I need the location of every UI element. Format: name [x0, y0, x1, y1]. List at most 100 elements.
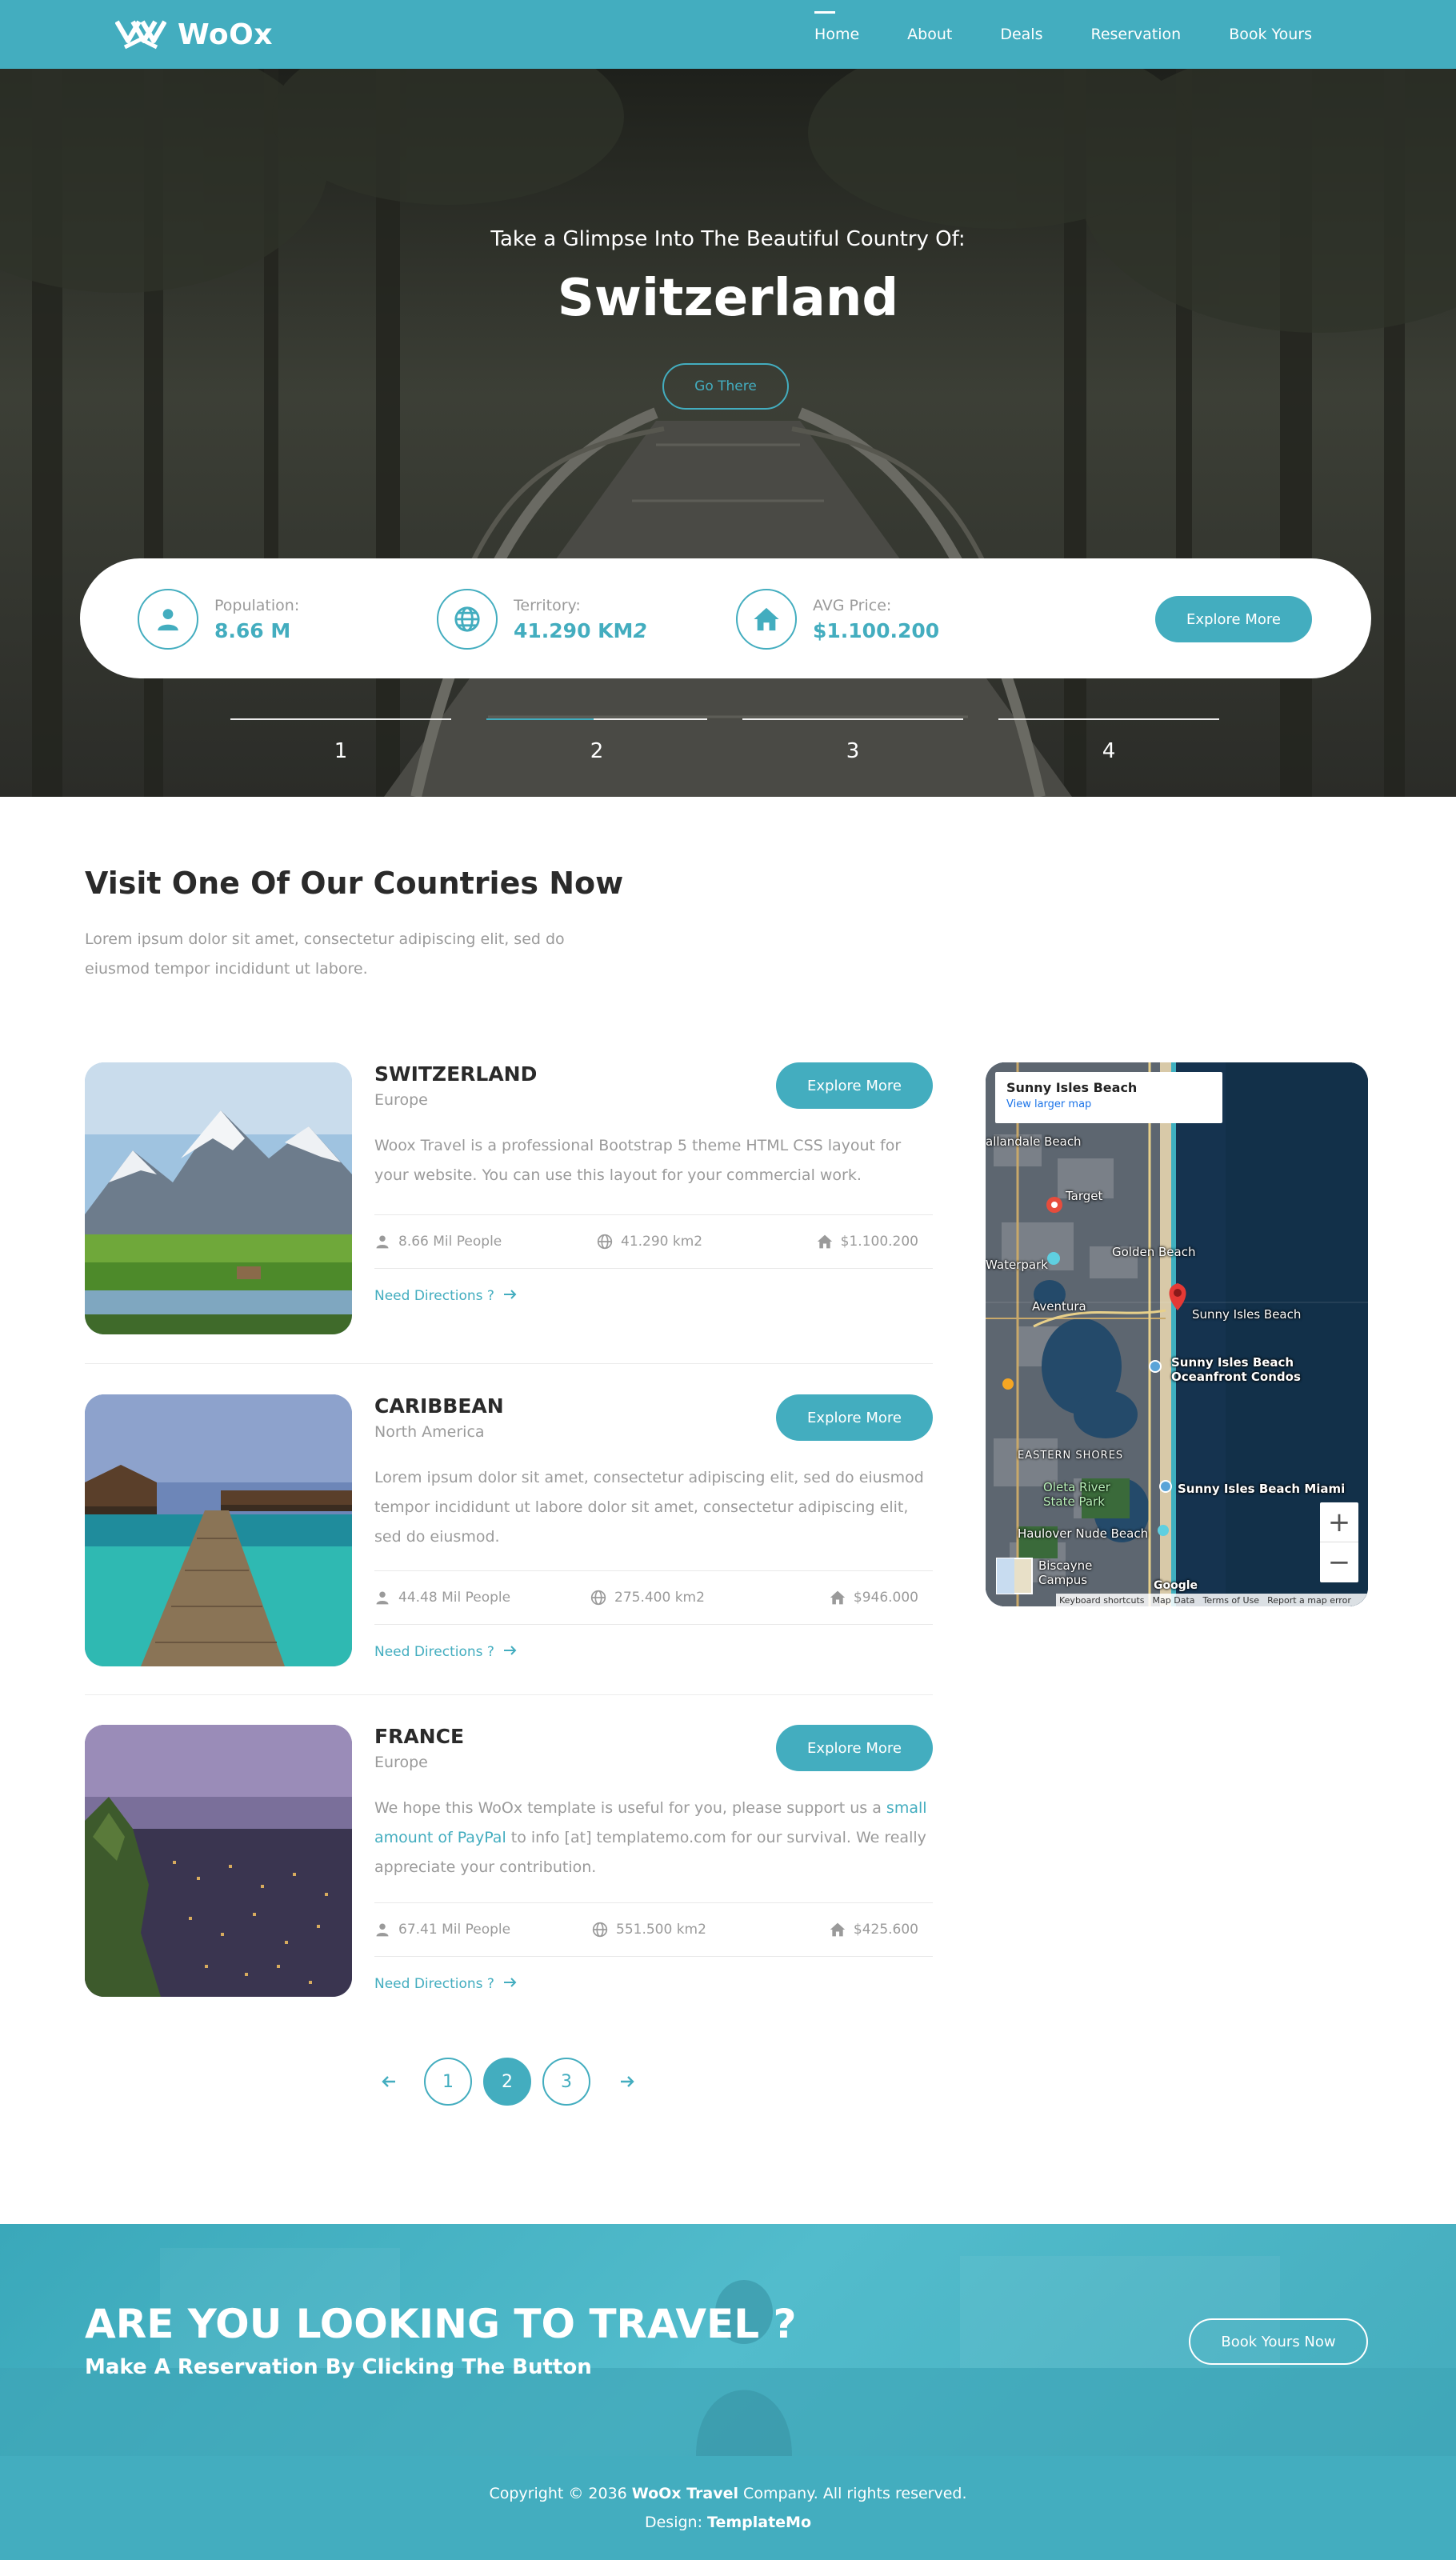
- map-label: Sunny Isles Beach Miami: [1178, 1482, 1346, 1496]
- meta-area: 275.400 km2: [590, 1571, 705, 1624]
- country-meta: 8.66 Mil People 41.290 km2 $1.100.200: [374, 1214, 933, 1269]
- nav-about[interactable]: About: [907, 26, 952, 43]
- page-3-button[interactable]: 3: [542, 2058, 590, 2106]
- cta-title: ARE YOU LOOKING TO TRAVEL ?: [85, 2301, 797, 2347]
- meta-price-value: $425.600: [853, 1922, 918, 1938]
- explore-more-button[interactable]: Explore More: [776, 1394, 933, 1441]
- logo-icon: [115, 20, 166, 50]
- prev-page-button[interactable]: [373, 2058, 405, 2106]
- designer-link[interactable]: TemplateMo: [707, 2514, 811, 2531]
- slide-tab-1[interactable]: 1: [230, 718, 451, 774]
- meta-price: $1.100.200: [817, 1215, 918, 1268]
- zoom-in-button[interactable]: +: [1320, 1502, 1358, 1542]
- country-description: Woox Travel is a professional Bootstrap …: [374, 1137, 902, 1184]
- explore-more-button[interactable]: Explore More: [776, 1725, 933, 1771]
- meta-people-value: 44.48 Mil People: [398, 1590, 511, 1606]
- home-icon: [830, 1590, 846, 1605]
- stat-label: Population:: [214, 596, 300, 614]
- slide-tab-2[interactable]: 2: [486, 718, 707, 774]
- need-directions-link[interactable]: Need Directions ?: [374, 1644, 518, 1660]
- globe-icon: [590, 1590, 606, 1606]
- map-attribution: Keyboard shortcuts Map Data Terms of Use…: [1056, 1594, 1368, 1606]
- stat-population: Population: 8.66 M: [138, 589, 299, 650]
- nav-home[interactable]: Home: [814, 11, 859, 43]
- zoom-out-button[interactable]: −: [1320, 1542, 1358, 1582]
- country-image: [85, 1062, 352, 1334]
- page-2-button[interactable]: 2: [483, 2058, 531, 2106]
- nav-deals[interactable]: Deals: [1000, 26, 1042, 43]
- directions-label: Need Directions ?: [374, 1644, 494, 1660]
- meta-people: 44.48 Mil People: [374, 1571, 510, 1624]
- book-yours-now-button[interactable]: Book Yours Now: [1189, 2318, 1368, 2365]
- stat-value-number: 41.290 KM: [514, 618, 634, 642]
- logo[interactable]: WoOx: [115, 14, 273, 54]
- slide-number: 4: [1102, 739, 1116, 763]
- map-label: Target: [1066, 1189, 1103, 1203]
- country-image: [85, 1394, 352, 1666]
- slide-progress-line: [742, 718, 963, 720]
- copyright-prefix: Copyright © 2036: [489, 2485, 632, 2502]
- map-label: EASTERN SHORES: [1018, 1450, 1124, 1462]
- need-directions-link[interactable]: Need Directions ?: [374, 1976, 518, 1992]
- explore-more-button[interactable]: Explore More: [776, 1062, 933, 1109]
- description-text: We hope this WoOx template is useful for…: [374, 1799, 886, 1817]
- globe-icon: [597, 1234, 613, 1250]
- stat-territory: Territory: 41.290 KM2: [437, 589, 647, 650]
- go-there-button[interactable]: Go There: [662, 363, 789, 410]
- nav-reservation[interactable]: Reservation: [1090, 26, 1181, 43]
- user-icon: [376, 1923, 389, 1937]
- meta-area-value: 275.400 km2: [614, 1590, 705, 1606]
- nav-book-yours[interactable]: Book Yours: [1229, 26, 1312, 43]
- country-description: We hope this WoOx template is useful for…: [374, 1794, 933, 1882]
- design-prefix: Design:: [644, 2514, 708, 2531]
- terms-of-use-link[interactable]: Terms of Use: [1203, 1595, 1260, 1606]
- keyboard-shortcuts-link[interactable]: Keyboard shortcuts: [1059, 1595, 1145, 1606]
- map-place-card: Sunny Isles Beach View larger map: [995, 1072, 1222, 1123]
- home-icon: [817, 1234, 832, 1249]
- map-label: Sunny Isles Beach: [1192, 1307, 1302, 1322]
- next-page-button[interactable]: [611, 2058, 643, 2106]
- slide-number: 2: [590, 739, 604, 763]
- hero-title: Switzerland: [557, 269, 899, 328]
- slide-progress-line: [998, 718, 1219, 720]
- home-icon: [830, 1922, 846, 1937]
- map-place-title: Sunny Isles Beach: [1006, 1080, 1138, 1095]
- stat-label: Territory:: [514, 596, 581, 614]
- map-label: Haulover Nude Beach: [1018, 1526, 1149, 1541]
- country-region: North America: [374, 1423, 485, 1441]
- page-1-button[interactable]: 1: [424, 2058, 472, 2106]
- reservation-cta: ARE YOU LOOKING TO TRAVEL ? Make A Reser…: [0, 2224, 1456, 2456]
- arrow-right-icon: [504, 1646, 517, 1655]
- country-name: CARIBBEAN: [374, 1394, 504, 1418]
- map-label: allandale Beach: [986, 1134, 1082, 1149]
- explore-more-button[interactable]: Explore More: [1155, 596, 1312, 642]
- stat-value: 41.290 KM2: [514, 619, 647, 642]
- view-larger-map-link[interactable]: View larger map: [1006, 1098, 1211, 1110]
- stat-label: AVG Price:: [813, 596, 892, 614]
- google-logo: Google: [1154, 1579, 1198, 1592]
- arrow-right-icon: [504, 1290, 517, 1299]
- copyright-suffix: Company. All rights reserved.: [738, 2485, 967, 2502]
- country-meta: 67.41 Mil People 551.500 km2 $425.600: [374, 1902, 933, 1957]
- meta-people: 8.66 Mil People: [374, 1215, 502, 1268]
- country-image: [85, 1725, 352, 1997]
- section-description: Lorem ipsum dolor sit amet, consectetur …: [85, 930, 565, 978]
- map-data-link[interactable]: Map Data: [1153, 1595, 1195, 1606]
- meta-price: $946.000: [830, 1571, 918, 1624]
- map-label: Sunny Isles Beach Oceanfront Condos: [1171, 1355, 1301, 1384]
- map-zoom-control: + −: [1320, 1502, 1358, 1582]
- country-region: Europe: [374, 1091, 428, 1109]
- arrow-right-icon: [504, 1978, 517, 1987]
- meta-area: 41.290 km2: [597, 1215, 702, 1268]
- map-label: Biscayne Campus: [1038, 1558, 1093, 1587]
- slide-tab-3[interactable]: 3: [742, 718, 963, 774]
- arrow-left-icon: [382, 2076, 395, 2087]
- map-label: Golden Beach: [1112, 1245, 1196, 1259]
- meta-price-value: $946.000: [853, 1590, 918, 1606]
- report-map-error-link[interactable]: Report a map error: [1267, 1595, 1351, 1606]
- slide-tab-4[interactable]: 4: [998, 718, 1219, 774]
- user-icon: [138, 589, 198, 650]
- google-map-embed[interactable]: allandale Beach Target Golden Beach Wate…: [986, 1062, 1368, 1606]
- globe-icon: [437, 589, 498, 650]
- need-directions-link[interactable]: Need Directions ?: [374, 1288, 518, 1304]
